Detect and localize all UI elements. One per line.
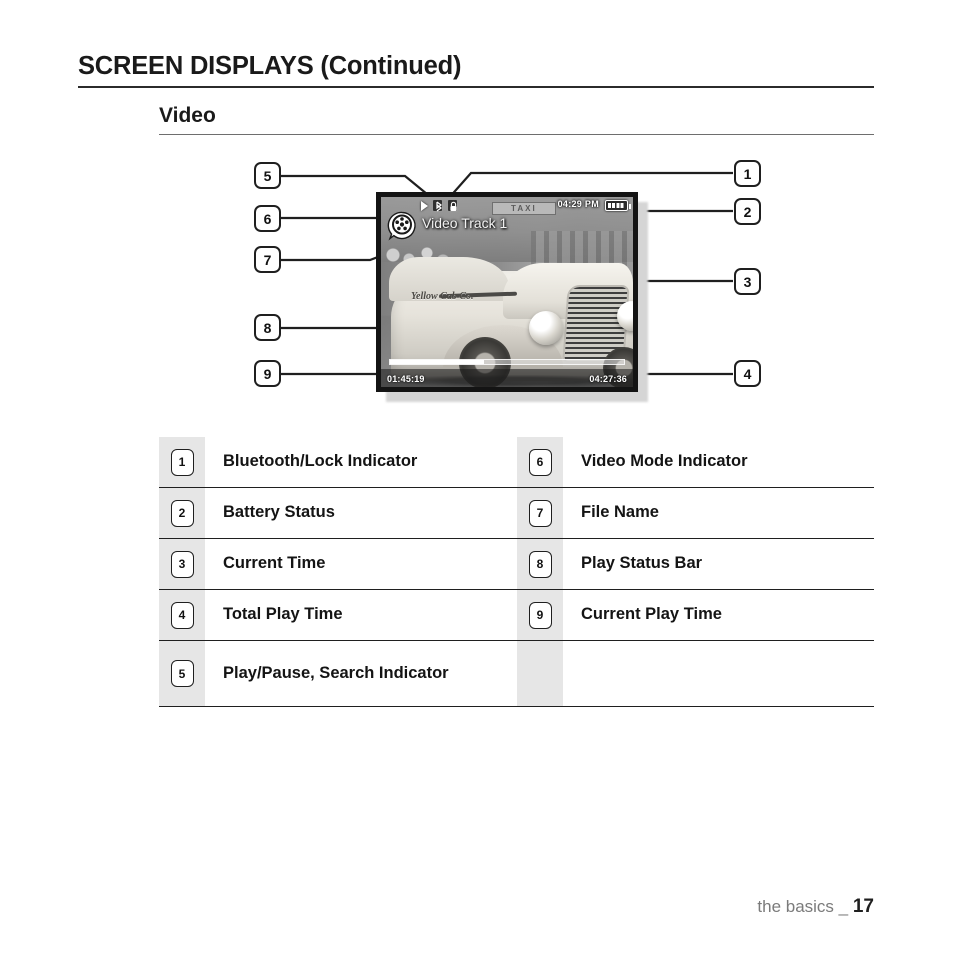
taxi-sign: TAXI (491, 202, 556, 215)
legend-number-cell: 9 (517, 590, 563, 640)
legend-badge: 5 (170, 660, 194, 687)
table-row: 3 Current Time 8 Play Status Bar (159, 539, 874, 590)
car-cabin (389, 257, 509, 301)
legend-col-left: 5 Play/Pause, Search Indicator (159, 641, 517, 706)
legend-badge: 6 (528, 448, 552, 476)
legend-label-empty (563, 641, 874, 706)
car-door-lettering: Yellow Cab Co. (411, 291, 474, 302)
manual-page: SCREEN DISPLAYS (Continued) Video TAXI Y… (0, 0, 954, 954)
battery-icon (605, 200, 631, 211)
legend-label: Current Play Time (581, 605, 722, 624)
legend-label: File Name (581, 503, 659, 522)
photo-background-buildings (381, 197, 633, 262)
footer-text: the basics _ (757, 897, 849, 916)
legend-number-cell: 2 (159, 488, 205, 538)
table-row: 4 Total Play Time 9 Current Play Time (159, 590, 874, 641)
callout-2: 2 (734, 198, 761, 225)
legend-label: Total Play Time (223, 605, 343, 624)
osd-file-name: Video Track 1 (422, 215, 508, 231)
bluetooth-icon (432, 199, 443, 212)
lock-icon (447, 199, 458, 212)
legend-col-right (517, 641, 874, 706)
legend-col-left: 2 Battery Status (159, 488, 517, 538)
legend-table: 1 Bluetooth/Lock Indicator 6 Video Mode … (159, 437, 874, 707)
osd-bottom-bar (381, 369, 633, 387)
device-shadow (386, 202, 648, 402)
car-wheel-rear (603, 347, 633, 387)
legend-number-cell: 8 (517, 539, 563, 589)
play-status-bar[interactable] (389, 359, 625, 365)
car-grille (564, 287, 628, 361)
legend-number-cell: 3 (159, 539, 205, 589)
legend-badge: 7 (528, 499, 552, 527)
legend-label: Bluetooth/Lock Indicator (223, 452, 418, 471)
legend-number-cell: 7 (517, 488, 563, 538)
table-row: 1 Bluetooth/Lock Indicator 6 Video Mode … (159, 437, 874, 488)
callout-1: 1 (734, 160, 761, 187)
legend-badge: 4 (170, 601, 194, 629)
legend-label: Current Time (223, 554, 326, 573)
section-title: Video (159, 104, 216, 127)
legend-badge: 9 (528, 601, 552, 629)
legend-badge: 1 (170, 448, 194, 476)
car-wheel-front (459, 337, 511, 387)
car-hood (503, 263, 633, 319)
page-title: SCREEN DISPLAYS (Continued) (78, 52, 462, 80)
callout-6: 6 (254, 205, 281, 232)
device-screen: TAXI Yellow Cab Co. 04:29 PM Video Track… (376, 192, 638, 392)
page-number: 17 (852, 896, 874, 917)
legend-col-left: 1 Bluetooth/Lock Indicator (159, 437, 517, 487)
table-row: 5 Play/Pause, Search Indicator (159, 641, 874, 707)
video-frame-photo: TAXI Yellow Cab Co. (381, 197, 633, 387)
section-divider (159, 134, 874, 135)
play-icon (421, 200, 428, 211)
legend-col-right: 9 Current Play Time (517, 590, 874, 640)
legend-number-cell-empty (517, 641, 563, 706)
legend-col-right: 8 Play Status Bar (517, 539, 874, 589)
legend-badge: 3 (170, 550, 194, 578)
legend-label: Battery Status (223, 503, 335, 522)
legend-number-cell: 1 (159, 437, 205, 487)
photo-background-columns (531, 231, 633, 301)
callout-5: 5 (254, 162, 281, 189)
car-headlamp-right (617, 301, 633, 331)
osd-status-icon-group (421, 199, 458, 212)
table-row: 2 Battery Status 7 File Name (159, 488, 874, 539)
osd-current-play-time: 01:45:19 (387, 374, 425, 384)
osd-status-bar: 04:29 PM (381, 197, 633, 214)
callout-4: 4 (734, 360, 761, 387)
legend-number-cell: 5 (159, 641, 205, 706)
legend-label: Play/Pause, Search Indicator (223, 663, 449, 682)
legend-col-left: 4 Total Play Time (159, 590, 517, 640)
car-fender (443, 325, 563, 367)
legend-col-left: 3 Current Time (159, 539, 517, 589)
video-mode-icon (387, 211, 419, 241)
callout-9: 9 (254, 360, 281, 387)
legend-number-cell: 4 (159, 590, 205, 640)
callout-8: 8 (254, 314, 281, 341)
osd-total-play-time: 04:27:36 (589, 374, 627, 384)
page-footer: the basics _ 17 (757, 896, 874, 918)
legend-col-right: 6 Video Mode Indicator (517, 437, 874, 487)
legend-badge: 8 (528, 550, 552, 578)
osd-current-time: 04:29 PM (557, 199, 599, 209)
car-trim-line (438, 291, 518, 299)
play-status-bar-fill (390, 360, 484, 364)
callout-7: 7 (254, 246, 281, 273)
car-headlamp-left (529, 311, 563, 345)
callout-3: 3 (734, 268, 761, 295)
legend-label: Video Mode Indicator (581, 452, 748, 471)
car-body (391, 271, 633, 381)
legend-number-cell: 6 (517, 437, 563, 487)
title-divider (78, 86, 874, 88)
screen-content: TAXI Yellow Cab Co. 04:29 PM Video Track… (381, 197, 633, 387)
legend-label: Play Status Bar (581, 554, 703, 573)
photo-background-people (383, 239, 453, 273)
car-ground-shadow (391, 375, 633, 387)
legend-badge: 2 (170, 499, 194, 527)
legend-col-right: 7 File Name (517, 488, 874, 538)
